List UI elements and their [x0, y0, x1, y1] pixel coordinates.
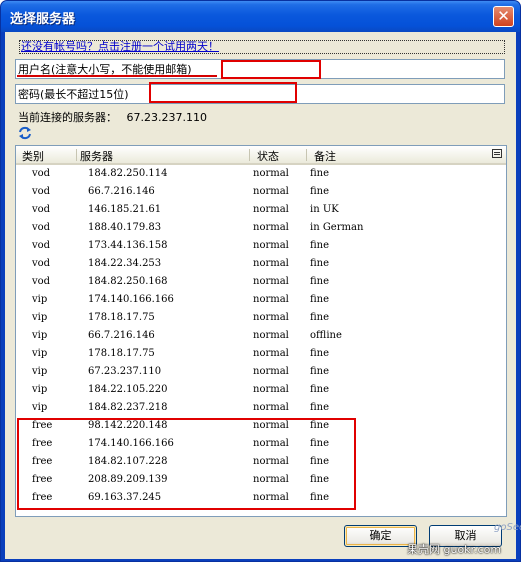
cell-server: 146.185.21.61: [88, 204, 162, 215]
table-row[interactable]: vip 184.22.105.220 normal fine: [16, 381, 506, 399]
cell-type: vip: [32, 312, 48, 323]
cell-status: normal: [253, 384, 289, 395]
cell-type: vip: [32, 330, 48, 341]
close-icon[interactable]: ✕: [493, 6, 514, 27]
table-row[interactable]: vod 66.7.216.146 normal fine: [16, 183, 506, 201]
cell-server: 184.82.250.168: [88, 276, 168, 287]
cell-server: 173.44.136.158: [88, 240, 168, 251]
cell-type: vod: [32, 186, 51, 197]
cell-status: normal: [253, 240, 289, 251]
refresh-icon[interactable]: [18, 126, 32, 140]
cell-status: normal: [253, 294, 289, 305]
column-picker-icon[interactable]: [492, 149, 502, 158]
cell-note: fine: [310, 384, 330, 395]
table-row[interactable]: vod 188.40.179.83 normal in German: [16, 219, 506, 237]
list-header: 类别 服务器 状态 备注: [16, 146, 506, 165]
table-row[interactable]: vod 184.82.250.114 normal fine: [16, 165, 506, 183]
cell-server: 67.23.237.110: [88, 366, 162, 377]
cell-type: vod: [32, 240, 51, 251]
table-row[interactable]: vip 174.140.166.166 normal fine: [16, 291, 506, 309]
column-header-type[interactable]: 类别: [22, 148, 44, 164]
cell-status: normal: [253, 312, 289, 323]
column-header-status[interactable]: 状态: [257, 148, 279, 164]
window-title: 选择服务器: [10, 12, 76, 27]
watermark-gosees: goSees: [494, 522, 521, 533]
cell-server: 66.7.216.146: [88, 330, 155, 341]
column-divider[interactable]: [306, 149, 307, 161]
current-server-label: 当前连接的服务器：: [18, 111, 117, 124]
cell-type: vip: [32, 348, 48, 359]
current-server-info: 当前连接的服务器： 67.23.237.110: [18, 109, 207, 125]
cell-status: normal: [253, 348, 289, 359]
cell-note: fine: [310, 276, 330, 287]
username-highlight-box: [221, 60, 321, 79]
cell-note: fine: [310, 312, 330, 323]
password-label: 密码(最长不超过15位): [18, 88, 129, 101]
cell-type: vod: [32, 222, 51, 233]
cell-note: fine: [310, 258, 330, 269]
cell-note: in UK: [310, 204, 339, 215]
cell-status: normal: [253, 168, 289, 179]
dialog-window: 选择服务器 ✕ 还没有帐号吗？点击注册一个试用两天！ 用户名(注意大小写，不能使…: [0, 0, 521, 562]
cell-server: 174.140.166.166: [88, 294, 174, 305]
cell-note: fine: [310, 348, 330, 359]
cell-type: vip: [32, 294, 48, 305]
cell-status: normal: [253, 402, 289, 413]
username-label-underline: [17, 75, 217, 77]
cell-type: vod: [32, 168, 51, 179]
cell-server: 178.18.17.75: [88, 348, 155, 359]
cell-type: vod: [32, 258, 51, 269]
cell-status: normal: [253, 276, 289, 287]
cell-server: 184.82.250.114: [88, 168, 168, 179]
title-bar[interactable]: 选择服务器 ✕: [1, 1, 520, 32]
cell-server: 188.40.179.83: [88, 222, 162, 233]
cell-server: 184.22.105.220: [88, 384, 168, 395]
table-row[interactable]: vip 67.23.237.110 normal fine: [16, 363, 506, 381]
table-row[interactable]: vip 184.82.237.218 normal fine: [16, 399, 506, 417]
column-header-note[interactable]: 备注: [314, 148, 336, 164]
cell-note: fine: [310, 294, 330, 305]
cell-status: normal: [253, 258, 289, 269]
cell-note: offline: [310, 330, 342, 341]
cell-status: normal: [253, 366, 289, 377]
table-row[interactable]: vip 178.18.17.75 normal fine: [16, 345, 506, 363]
cell-type: vip: [32, 366, 48, 377]
cell-note: fine: [310, 402, 330, 413]
cell-type: vod: [32, 204, 51, 215]
cell-status: normal: [253, 222, 289, 233]
table-row[interactable]: vod 184.22.34.253 normal fine: [16, 255, 506, 273]
cell-note: fine: [310, 186, 330, 197]
cell-note: fine: [310, 366, 330, 377]
cell-type: vod: [32, 276, 51, 287]
cell-status: normal: [253, 330, 289, 341]
cell-server: 184.82.237.218: [88, 402, 168, 413]
cell-note: fine: [310, 240, 330, 251]
register-link[interactable]: 还没有帐号吗？点击注册一个试用两天！: [19, 40, 505, 54]
cell-server: 66.7.216.146: [88, 186, 155, 197]
cell-note: in German: [310, 222, 364, 233]
table-row[interactable]: vip 66.7.216.146 normal offline: [16, 327, 506, 345]
column-divider[interactable]: [249, 149, 250, 161]
cell-note: fine: [310, 168, 330, 179]
current-server-value: 67.23.237.110: [126, 111, 207, 124]
free-servers-highlight-box: [17, 418, 356, 510]
table-row[interactable]: vod 173.44.136.158 normal fine: [16, 237, 506, 255]
cell-server: 178.18.17.75: [88, 312, 155, 323]
cell-type: vip: [32, 402, 48, 413]
table-row[interactable]: vod 146.185.21.61 normal in UK: [16, 201, 506, 219]
cell-server: 184.22.34.253: [88, 258, 162, 269]
table-row[interactable]: vod 184.82.250.168 normal fine: [16, 273, 506, 291]
password-highlight-box: [149, 82, 297, 103]
table-row[interactable]: vip 178.18.17.75 normal fine: [16, 309, 506, 327]
watermark-guokr: 果壳网 guokr.com: [407, 543, 502, 556]
column-divider[interactable]: [76, 149, 77, 161]
cell-status: normal: [253, 204, 289, 215]
dialog-body: 还没有帐号吗？点击注册一个试用两天！ 用户名(注意大小写，不能使用邮箱) 密码(…: [5, 32, 516, 559]
cell-status: normal: [253, 186, 289, 197]
column-header-server[interactable]: 服务器: [80, 148, 113, 164]
cell-type: vip: [32, 384, 48, 395]
